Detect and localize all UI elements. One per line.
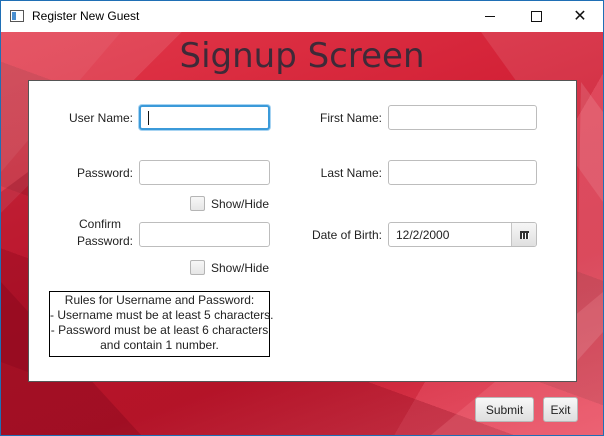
rules-line: Rules for Username and Password:: [64, 293, 255, 307]
confirm-password-label-line2: Password:: [76, 234, 133, 248]
show-hide-password-label: Show/Hide: [211, 197, 270, 211]
first-name-input[interactable]: [388, 105, 537, 130]
show-hide-password-checkbox[interactable]: [190, 196, 205, 211]
password-label: Password:: [76, 166, 133, 180]
submit-button[interactable]: Submit: [475, 397, 534, 422]
dob-date-picker[interactable]: 12/2/2000: [388, 222, 537, 247]
app-window: Register New Guest ✕ Signup Screen User …: [0, 0, 604, 436]
dob-label: Date of Birth:: [311, 228, 382, 242]
window-title: Register New Guest: [32, 9, 140, 23]
rules-box: Rules for Username and Password: - Usern…: [49, 291, 274, 357]
rules-line: and contain 1 number.: [100, 338, 219, 352]
background-area: Signup Screen User Name: Password: Show/…: [1, 32, 603, 435]
page-title: Signup Screen: [179, 36, 425, 76]
confirm-password-label-line1: Confirm: [78, 217, 121, 231]
app-icon: [10, 10, 24, 22]
text-cursor: [148, 111, 149, 125]
dob-value[interactable]: 12/2/2000: [396, 228, 449, 242]
close-icon: ✕: [573, 7, 587, 25]
signup-form-panel: User Name: Password: Show/Hide Confirm P…: [28, 80, 577, 382]
calendar-icon: [519, 230, 529, 239]
exit-button[interactable]: Exit: [543, 397, 578, 422]
show-hide-confirm-checkbox[interactable]: [190, 260, 205, 275]
title-bar[interactable]: Register New Guest ✕: [1, 1, 603, 32]
rules-line: - Password must be at least 6 characters: [50, 323, 269, 337]
maximize-icon: [530, 11, 542, 22]
minimize-button[interactable]: [467, 1, 513, 32]
password-input[interactable]: [139, 160, 270, 185]
minimize-icon: [485, 16, 495, 17]
maximize-button[interactable]: [513, 1, 559, 32]
calendar-button[interactable]: [511, 223, 536, 246]
confirm-password-input[interactable]: [139, 222, 270, 247]
first-name-label: First Name:: [319, 111, 382, 125]
last-name-label: Last Name:: [320, 166, 382, 180]
show-hide-confirm-label: Show/Hide: [211, 261, 270, 275]
rules-line: - Username must be at least 5 characters…: [50, 308, 274, 322]
username-input[interactable]: [139, 105, 270, 130]
username-label: User Name:: [68, 111, 133, 125]
last-name-input[interactable]: [388, 160, 537, 185]
close-button[interactable]: ✕: [557, 1, 603, 32]
